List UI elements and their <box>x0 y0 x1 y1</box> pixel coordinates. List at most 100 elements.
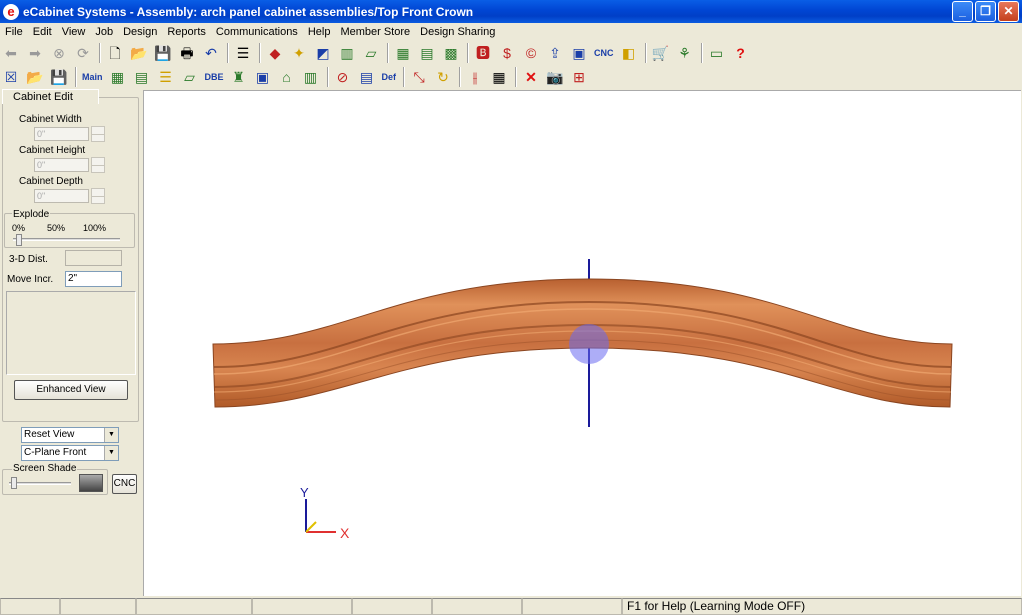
chair-icon[interactable]: ♜ <box>228 66 250 88</box>
z-axis-line <box>305 521 317 533</box>
grid-icon[interactable]: ▦ <box>488 66 510 88</box>
menu-file[interactable]: File <box>0 26 28 38</box>
cabinet-width-spinner[interactable] <box>91 126 105 142</box>
report-c-icon[interactable]: © <box>520 42 542 64</box>
stop-icon[interactable]: ⊗ <box>48 42 70 64</box>
back-arrow-icon[interactable]: ⬅ <box>0 42 22 64</box>
cabinet-icon[interactable]: ▦ <box>392 42 414 64</box>
rotate-icon[interactable]: ↻ <box>432 66 454 88</box>
new-document-icon[interactable]: 🗋 <box>104 42 126 64</box>
edit-folder-icon[interactable]: 📂 <box>24 66 46 88</box>
3d-dist-field[interactable] <box>65 250 122 266</box>
cabinet-height-field[interactable]: 0" <box>34 158 89 172</box>
table-icon[interactable]: ▤ <box>356 66 378 88</box>
menu-job[interactable]: Job <box>90 26 118 38</box>
screen-shade-label: Screen Shade <box>12 463 78 474</box>
menu-design-sharing[interactable]: Design Sharing <box>415 26 500 38</box>
handshake-icon[interactable]: ⚘ <box>674 42 696 64</box>
arch-icon[interactable]: ⌂ <box>276 66 298 88</box>
def-button[interactable]: Def <box>380 66 399 88</box>
minimize-button[interactable]: _ <box>952 1 973 22</box>
cabinet-depth-field[interactable]: 0" <box>34 189 89 203</box>
cabinet-edit-tab[interactable]: Cabinet Edit <box>2 89 99 104</box>
cplane-select[interactable]: C-Plane Front ▼ <box>21 445 119 461</box>
menu-design[interactable]: Design <box>118 26 162 38</box>
undo-icon[interactable]: ↶ <box>200 42 222 64</box>
report-s-icon[interactable]: $ <box>496 42 518 64</box>
cabinet-front-icon[interactable]: ▦ <box>107 66 129 88</box>
photo-icon[interactable]: ▣ <box>568 42 590 64</box>
open-folder-icon[interactable]: 📂 <box>128 42 150 64</box>
menu-edit[interactable]: Edit <box>28 26 57 38</box>
chevron-down-icon[interactable]: ▼ <box>104 428 118 442</box>
cabinet-grid-icon[interactable]: ▩ <box>440 42 462 64</box>
screen-shade-slider[interactable] <box>11 477 17 489</box>
cnc-button[interactable]: CNC <box>112 474 137 494</box>
status-cell <box>252 598 352 615</box>
material-icon[interactable]: ◆ <box>264 42 286 64</box>
status-cell <box>432 598 522 615</box>
refresh-icon[interactable]: ⟳ <box>72 42 94 64</box>
explode-slider[interactable] <box>16 234 22 246</box>
reset-view-select[interactable]: Reset View ▼ <box>21 427 119 443</box>
menu-member-store[interactable]: Member Store <box>335 26 415 38</box>
print-icon[interactable]: 🖶 <box>176 42 198 64</box>
toolbar-separator <box>459 67 462 87</box>
light-icon[interactable]: ✦ <box>288 42 310 64</box>
bench-icon[interactable]: ▥ <box>300 66 322 88</box>
y-axis-label: Y <box>300 485 309 500</box>
menu-view[interactable]: View <box>57 26 91 38</box>
cabinet-depth-spinner[interactable] <box>91 188 105 204</box>
3d-viewport[interactable]: Y X <box>143 90 1021 596</box>
help-status-text: F1 for Help (Learning Mode OFF) <box>622 598 1022 615</box>
window-title: eCabinet Systems - Assembly: arch panel … <box>23 4 474 19</box>
crown-molding-render[interactable]: Y X <box>144 91 1022 597</box>
door-icon[interactable]: ▥ <box>336 42 358 64</box>
help-icon[interactable]: ? <box>730 42 752 64</box>
explode-tick-100: 100% <box>83 223 107 233</box>
cabinet-width-field[interactable]: 0" <box>34 127 89 141</box>
close-button[interactable]: ✕ <box>998 1 1019 22</box>
shade-color-swatch[interactable] <box>79 474 103 492</box>
save-small-icon[interactable]: 💾 <box>48 66 70 88</box>
menu-reports[interactable]: Reports <box>162 26 211 38</box>
align-icon[interactable]: ⫲ <box>464 66 486 88</box>
settings-sliders-icon[interactable]: ☰ <box>232 42 254 64</box>
move-icon[interactable]: ⤡ <box>408 66 430 88</box>
cancel-circle-icon[interactable]: ⊘ <box>332 66 354 88</box>
shelf-icon[interactable]: ▱ <box>179 66 201 88</box>
delete-x-icon[interactable]: ✕ <box>520 66 542 88</box>
enhanced-view-button[interactable]: Enhanced View <box>14 380 128 400</box>
measure-icon[interactable]: ⊞ <box>568 66 590 88</box>
monitor-icon[interactable]: ▭ <box>706 42 728 64</box>
title-bar: e eCabinet Systems - Assembly: arch pane… <box>0 0 1022 23</box>
move-incr-field[interactable]: 2" <box>65 271 122 287</box>
drawer-icon[interactable]: ☰ <box>155 66 177 88</box>
ed-icon[interactable]: ▣ <box>252 66 274 88</box>
save-disk-icon[interactable]: 💾 <box>152 42 174 64</box>
cnc-toolbar-button[interactable]: CNC <box>592 42 616 64</box>
upload-icon[interactable]: ⇪ <box>544 42 566 64</box>
3d-dist-label: 3-D Dist. <box>9 254 48 265</box>
main-button[interactable]: Main <box>80 66 105 88</box>
menu-help[interactable]: Help <box>303 26 336 38</box>
cabinet-list-icon[interactable]: ▤ <box>416 42 438 64</box>
forward-arrow-icon[interactable]: ➡ <box>24 42 46 64</box>
maximize-button[interactable]: ❐ <box>975 1 996 22</box>
exit-icon[interactable]: ☒ <box>0 66 22 88</box>
layout-icon[interactable]: ◧ <box>618 42 640 64</box>
curve-icon[interactable]: ◩ <box>312 42 334 64</box>
camera-icon[interactable]: 📷 <box>544 66 566 88</box>
dbe-button[interactable]: DBE <box>203 66 226 88</box>
status-cell <box>352 598 432 615</box>
cabinet-width-label: Cabinet Width <box>19 114 82 125</box>
shopping-cart-icon[interactable]: 🛒 <box>650 42 672 64</box>
chevron-down-icon[interactable]: ▼ <box>104 446 118 460</box>
report-b-icon[interactable]: 🅱 <box>472 42 494 64</box>
panel-icon[interactable]: ▱ <box>360 42 382 64</box>
cabinet-side-icon[interactable]: ▤ <box>131 66 153 88</box>
cabinet-height-spinner[interactable] <box>91 157 105 173</box>
toolbar-separator <box>387 43 389 63</box>
explode-slider-track <box>13 238 120 241</box>
menu-communications[interactable]: Communications <box>211 26 303 38</box>
